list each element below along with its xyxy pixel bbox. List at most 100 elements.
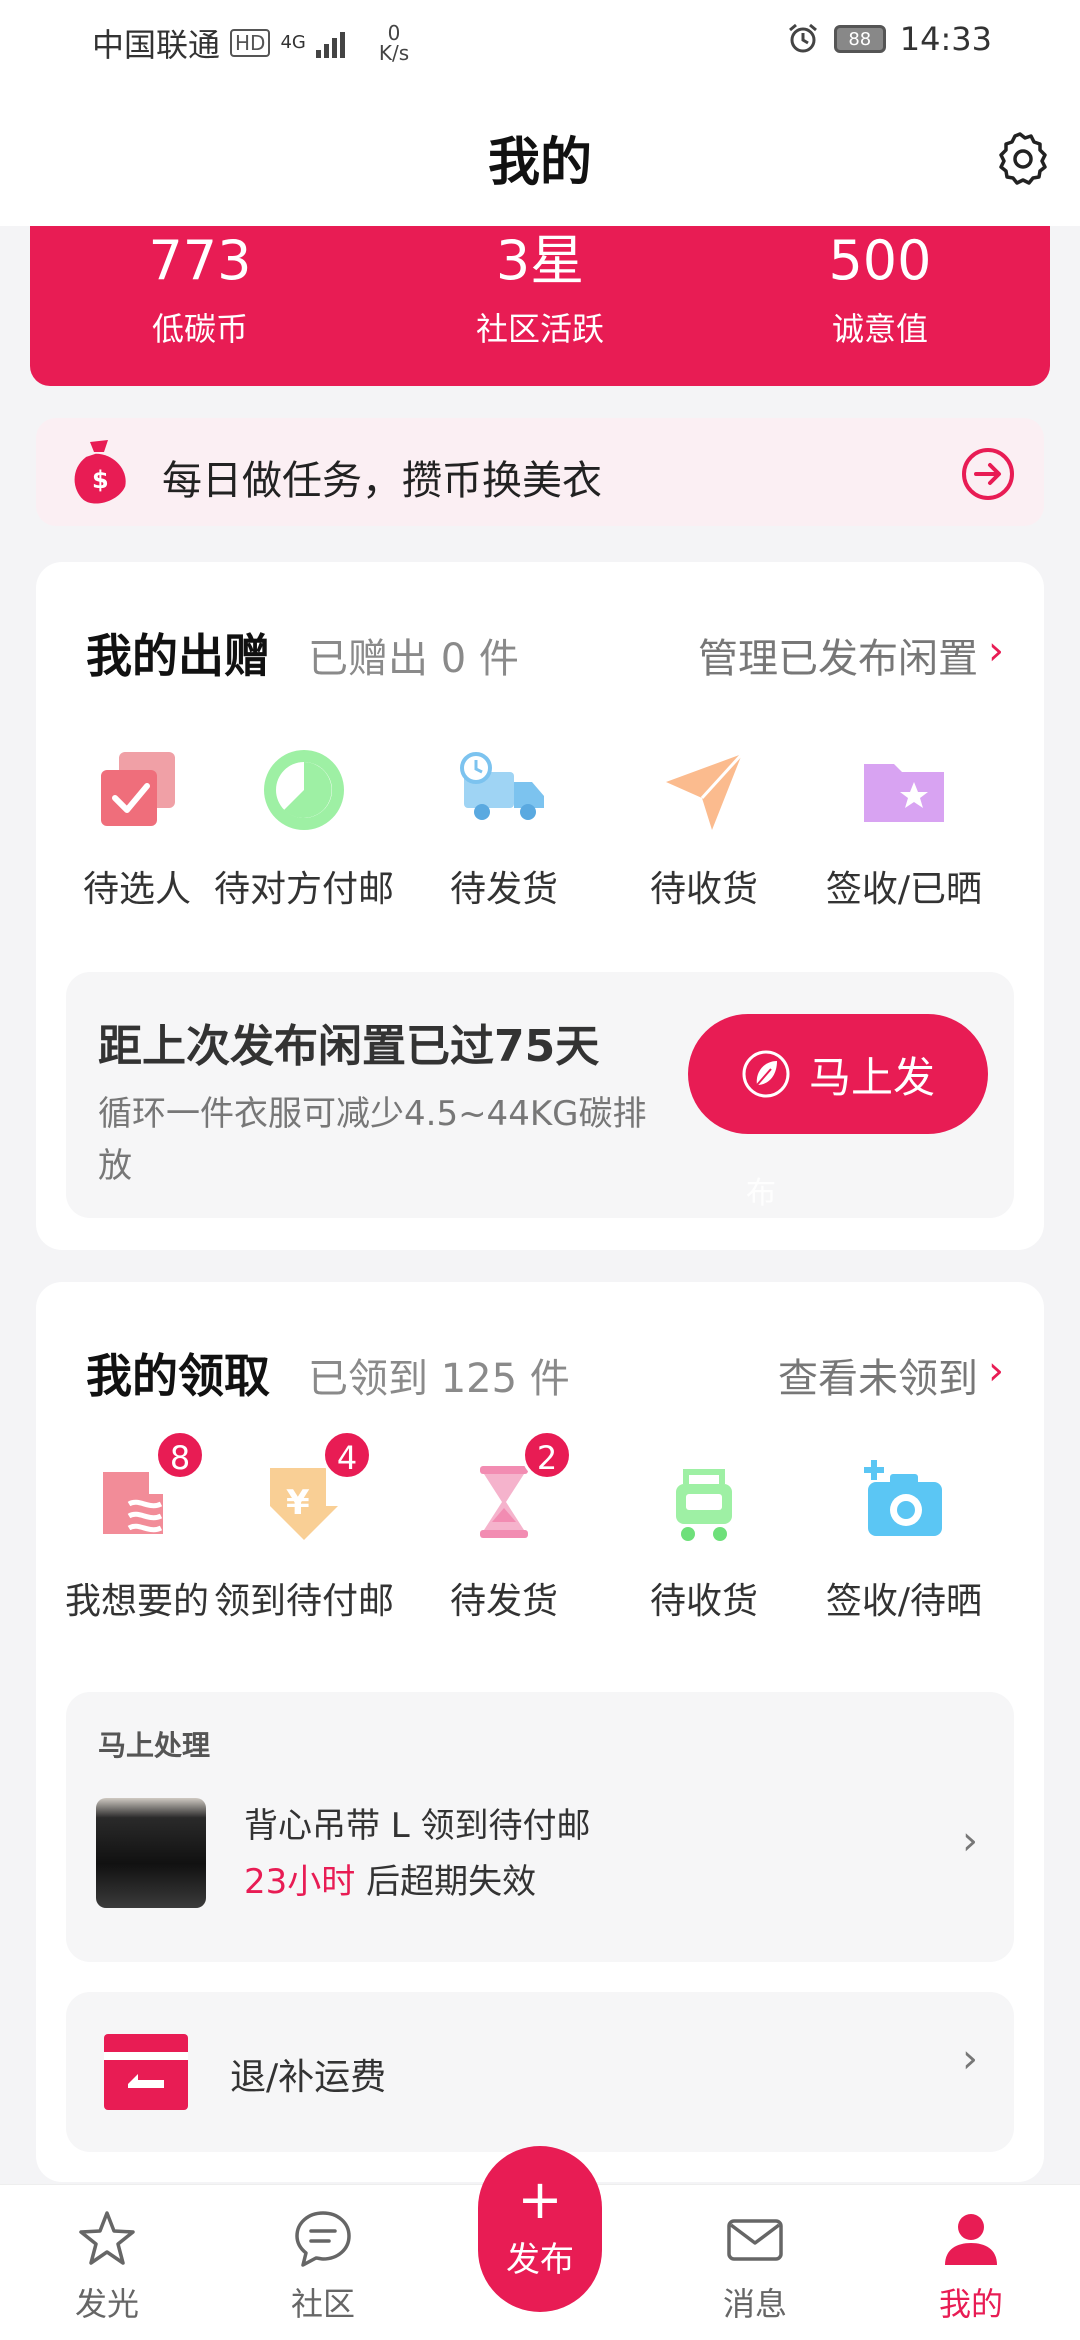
- nav-label: 社区: [290, 2285, 355, 2323]
- handle-deadline: 23小时 后超期失效: [244, 1854, 536, 1903]
- chevron-right-icon[interactable]: ›: [962, 2036, 978, 2082]
- network-type: 4G: [280, 32, 306, 53]
- receive-item-to-receive[interactable]: 待收货: [604, 1454, 804, 1624]
- leaf-icon: [742, 1050, 790, 1098]
- give-title: 我的出赠: [86, 629, 270, 683]
- cart-icon: [676, 1469, 732, 1541]
- icon-label: 待发货: [449, 869, 558, 910]
- arrow-right-circle-icon[interactable]: [960, 446, 1016, 502]
- alarm-icon: [788, 23, 817, 53]
- daily-task-banner[interactable]: $ 每日做任务，攒币换美衣: [36, 418, 1044, 526]
- deadline-hours: 23小时: [244, 1862, 356, 1902]
- timer-icon: [264, 750, 344, 830]
- money-bag-icon: $: [74, 440, 126, 504]
- badge-count: 2: [522, 1430, 572, 1480]
- receive-section-header: 我的领取 已领到 125 件 查看未领到 ›: [86, 1340, 1004, 1403]
- handle-title: 马上处理: [98, 1729, 211, 1762]
- my-receive-card: 我的领取 已领到 125 件 查看未领到 › 8 我想要的 ¥ 4 领到待付邮: [36, 1282, 1044, 2182]
- publish-reminder: 距上次发布闲置已过75天 循环一件衣服可减少4.5~44KG碳排放 马上发 布: [66, 972, 1014, 1218]
- badge-count: 4: [322, 1430, 372, 1480]
- give-item-to-receive[interactable]: 待收货: [604, 742, 804, 912]
- stat-label: 诚意值: [831, 310, 928, 348]
- give-item-signed-shown[interactable]: 签收/已晒: [804, 742, 1004, 912]
- signal-icon: [315, 28, 345, 58]
- give-section-header: 我的出赠 已赠出 0 件 管理已发布闲置 ›: [86, 620, 1004, 683]
- chevron-right-icon[interactable]: ›: [988, 628, 1004, 674]
- quick-handle-panel[interactable]: 马上处理 背心吊带 L 领到待付邮 23小时 后超期失效 ›: [66, 1692, 1014, 1962]
- status-bar: 中国联通 HD 4G 0 K/s 88 14:33: [0, 0, 1080, 84]
- stat-label: 低碳币: [151, 310, 248, 348]
- delivery-truck-icon: [460, 752, 544, 820]
- publish-now-label: 马上发: [808, 1052, 935, 1102]
- nav-item-messages[interactable]: 消息: [680, 2207, 830, 2325]
- icon-label: 待对方付邮: [213, 869, 394, 910]
- receive-subtitle: 已领到 125 件: [308, 1356, 570, 1402]
- nav-label: 我的: [938, 2285, 1003, 2323]
- publish-now-button[interactable]: 马上发: [688, 1014, 988, 1134]
- status-left: 中国联通 HD 4G 0 K/s: [92, 20, 409, 66]
- promo-title: 距上次发布闲置已过75天: [98, 1021, 600, 1072]
- icon-label: 待发货: [449, 1581, 558, 1622]
- person-icon: [945, 2214, 997, 2265]
- give-subtitle: 已赠出 0 件: [308, 636, 519, 682]
- icon-label: 签收/待晒: [825, 1581, 983, 1622]
- nav-item-community[interactable]: 社区: [248, 2207, 398, 2325]
- give-item-await-postage[interactable]: 待对方付邮: [204, 742, 404, 912]
- refund-shipping-row[interactable]: 退/补运费 ›: [66, 1992, 1014, 2152]
- net-speed-unit: K/s: [378, 41, 410, 65]
- my-give-card: 我的出赠 已赠出 0 件 管理已发布闲置 › 待选人 待对方付邮 待发货 待收货…: [36, 562, 1044, 1250]
- camera-add-icon: [864, 1460, 942, 1536]
- banner-text: 每日做任务，攒币换美衣: [162, 458, 602, 504]
- badge-count: 8: [155, 1430, 205, 1480]
- nav-item-glow[interactable]: 发光: [32, 2207, 182, 2325]
- publish-button[interactable]: + 发布: [478, 2146, 602, 2312]
- refund-label: 退/补运费: [230, 2057, 387, 2098]
- svg-text:$: $: [92, 466, 109, 494]
- stats-card: 773 低碳币 3星 社区活跃 500 诚意值: [30, 226, 1050, 386]
- handle-item-name: 背心吊带 L 领到待付邮: [244, 1806, 591, 1846]
- card-icon: [104, 2034, 188, 2110]
- receive-title: 我的领取: [86, 1349, 270, 1403]
- stat-value: 500: [828, 229, 932, 292]
- star-icon: [79, 2211, 135, 2265]
- stat-value: 773: [148, 229, 252, 292]
- gear-icon[interactable]: [990, 128, 1050, 188]
- hd-badge: HD: [230, 29, 271, 57]
- give-status-row: 待选人 待对方付邮 待发货 待收货 签收/已晒: [36, 742, 1044, 912]
- icon-label: 待收货: [649, 1581, 758, 1622]
- stat-community-active[interactable]: 3星 社区活跃: [370, 226, 710, 386]
- promo-desc: 循环一件衣服可减少4.5~44KG碳排放: [98, 1094, 647, 1186]
- receive-status-row: 8 我想要的 ¥ 4 领到待付邮 2 待发货 待收货 签收/待晒: [36, 1430, 1044, 1624]
- receive-item-await-postage[interactable]: ¥ 4 领到待付邮: [204, 1430, 404, 1624]
- svg-text:¥: ¥: [286, 1483, 310, 1523]
- manage-published-link[interactable]: 管理已发布闲置: [698, 626, 978, 684]
- give-item-to-ship[interactable]: 待发货: [404, 742, 604, 912]
- page-title: 我的: [487, 133, 592, 193]
- net-speed-value: 0: [387, 21, 401, 45]
- star-folder-icon: [864, 764, 944, 822]
- icon-label: 签收/已晒: [825, 869, 983, 910]
- publish-label: 发布: [506, 2240, 574, 2280]
- chevron-right-icon[interactable]: ›: [962, 1818, 978, 1864]
- deadline-rest: 后超期失效: [355, 1862, 537, 1902]
- ghost-text: 布: [746, 1176, 776, 1211]
- stat-sincerity[interactable]: 500 诚意值: [710, 226, 1050, 386]
- nav-item-mine[interactable]: 我的: [896, 2207, 1046, 2325]
- receive-item-signed-to-share[interactable]: 签收/待晒: [804, 1454, 1004, 1624]
- nav-label: 消息: [722, 2285, 787, 2323]
- view-not-received-link[interactable]: 查看未领到: [778, 1346, 978, 1404]
- chevron-right-icon[interactable]: ›: [988, 1348, 1004, 1394]
- item-thumbnail: [96, 1798, 206, 1908]
- battery-icon: 88: [833, 25, 886, 53]
- plus-icon: +: [517, 2168, 563, 2231]
- receive-item-to-ship[interactable]: 2 待发货: [404, 1430, 604, 1624]
- paper-plane-icon: [666, 752, 744, 830]
- status-right: 88 14:33: [786, 20, 992, 58]
- nav-label: 发光: [74, 2285, 139, 2323]
- stat-label: 社区活跃: [475, 310, 604, 348]
- icon-label: 领到待付邮: [213, 1581, 394, 1622]
- icon-label: 待收货: [649, 869, 758, 910]
- stat-value: 3星: [495, 229, 585, 292]
- stat-low-carbon-coin[interactable]: 773 低碳币: [30, 226, 370, 386]
- chat-bubble-icon: [295, 2211, 351, 2267]
